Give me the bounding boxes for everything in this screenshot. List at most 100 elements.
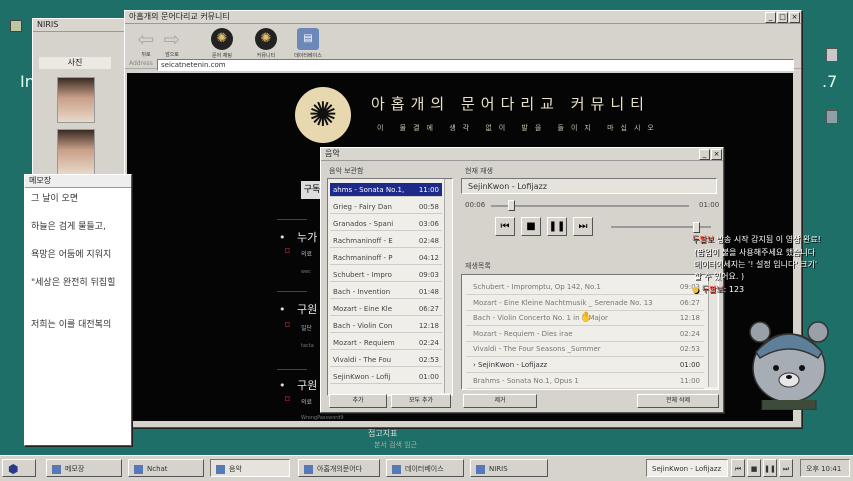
playlist-list[interactable]: Schubert - Impromptu, Op 142, No.1 09:03 M… xyxy=(461,274,719,390)
music-library-list[interactable]: ahms - Sonata No.1, 11:00 Grieg - Fairy Da… xyxy=(327,178,453,396)
taskbar-item-memo[interactable]: 메모장 xyxy=(46,459,122,477)
library-item[interactable]: Schubert - Impro 09:03 xyxy=(330,268,442,282)
taskbar-next-button[interactable]: ⏭ xyxy=(779,459,793,477)
toolbar-community[interactable]: ✺ 커뮤니티 xyxy=(249,28,283,59)
pause-icon: ❚❚ xyxy=(764,465,776,473)
taskbar-item-community[interactable]: 아홉개의문어다 xyxy=(298,459,380,477)
playlist-item[interactable]: › SejinKwon - Lofijazz 01:00 xyxy=(466,357,704,373)
toolbar-database[interactable]: ▤ 데이터베이스 xyxy=(291,28,325,59)
bookmark-icon[interactable]: ⌑ xyxy=(285,321,290,331)
minimize-button[interactable]: _ xyxy=(765,12,776,23)
chat-message: 두팔보 방송 시작 감지됨 이 영상 완료! xyxy=(692,235,821,244)
community-page-subtitle: 이 물결에 생각 없이 발을 들이지 마십시오 xyxy=(377,124,661,132)
library-item-time: 02:48 xyxy=(418,237,439,245)
library-item-time: 01:48 xyxy=(418,288,439,296)
person-photo[interactable] xyxy=(57,77,95,123)
post-title[interactable]: 누가 xyxy=(297,229,317,245)
library-item[interactable]: Rachmaninoff - E 02:48 xyxy=(330,234,442,248)
minimize-button[interactable]: _ xyxy=(699,149,710,160)
memo-line: 그 날이 오면 xyxy=(31,194,79,204)
now-playing-title: 현재 재생 xyxy=(465,167,493,175)
address-input[interactable]: seicatnetenin.com xyxy=(157,59,794,71)
footer-link[interactable]: 접고지표 xyxy=(368,428,397,439)
music-player-window: 음악 _ × 음악 보관함 ahms - Sonata No.1, 11:00 Gr… xyxy=(320,147,724,413)
bookmark-icon[interactable]: ⌑ xyxy=(285,247,290,257)
remove-all-button[interactable]: 전체 삭제 xyxy=(637,394,719,408)
post-title[interactable]: 구원 xyxy=(297,301,317,317)
chat-username: 두팔보 xyxy=(692,235,715,244)
library-item[interactable]: SejinKwon - Lofij 01:00 xyxy=(330,370,442,384)
close-button[interactable]: × xyxy=(711,149,722,160)
niris-titlebar[interactable]: NIRIS xyxy=(33,19,129,32)
database-icon: ▤ xyxy=(297,28,319,50)
library-item-name: Mozart - Requiem xyxy=(333,339,395,347)
playlist-item-name: Vivaldi - The Four Seasons _Summer xyxy=(473,345,601,354)
library-scrollbar[interactable] xyxy=(444,179,452,393)
seek-bar[interactable] xyxy=(491,205,689,207)
library-item[interactable]: Rachmaninoff - P 04:12 xyxy=(330,251,442,265)
memo-line: 저희는 이를 대전복의 xyxy=(31,320,112,330)
library-item-time: 02:24 xyxy=(418,339,439,347)
start-button[interactable]: ⬢ xyxy=(2,459,36,477)
taskbar-stop-button[interactable]: ■ xyxy=(747,459,761,477)
pause-button[interactable]: ❚❚ xyxy=(547,217,567,236)
divider xyxy=(277,369,307,370)
library-item[interactable]: ahms - Sonata No.1, 11:00 xyxy=(330,183,442,197)
person-photo[interactable] xyxy=(57,129,95,175)
community-titlebar[interactable]: 아홉개의 문어다리교 커뮤니티 _ □ × xyxy=(125,11,801,24)
taskbar-item-niris[interactable]: NIRIS xyxy=(470,459,548,477)
bookmark-icon[interactable]: ⌑ xyxy=(285,395,290,405)
music-player-titlebar[interactable]: 음악 _ × xyxy=(321,148,723,161)
chat-counter-user: 두팔보 xyxy=(701,285,724,294)
library-item[interactable]: Mozart - Requiem 02:24 xyxy=(330,336,442,350)
address-bar: Address seicatnetenin.com xyxy=(127,59,794,71)
taskbar-item-database[interactable]: 데이터베이스 xyxy=(386,459,464,477)
volume-handle[interactable] xyxy=(693,222,700,233)
seek-handle[interactable] xyxy=(507,200,515,211)
taskbar-previous-button[interactable]: ⏮ xyxy=(731,459,745,477)
add-button[interactable]: 추가 xyxy=(329,394,387,408)
playlist-item[interactable]: Schubert - Impromptu, Op 142, No.1 09:03 xyxy=(466,279,704,295)
remove-button[interactable]: 제거 xyxy=(463,394,537,408)
post-meta: wec xyxy=(301,269,311,275)
library-item[interactable]: Grieg - Fairy Dan 00:58 xyxy=(330,200,442,214)
post-bullet: • xyxy=(279,231,286,244)
memo-titlebar[interactable]: 메모장 xyxy=(25,175,131,188)
taskbar-item-nchat[interactable]: Nchat xyxy=(128,459,204,477)
post-tag: 의료 xyxy=(301,399,313,406)
footer-link[interactable]: 본서 검색 임근 xyxy=(374,440,417,450)
community-app-icon xyxy=(304,464,313,474)
toolbar-octopus-chat[interactable]: ✺ 문어 채팅 xyxy=(205,28,239,59)
add-all-button[interactable]: 모두 추가 xyxy=(391,394,451,408)
playlist-item[interactable]: Vivaldi - The Four Seasons _Summer 02:53 xyxy=(466,341,704,358)
library-item[interactable]: Mozart - Eine Kle 06:27 xyxy=(330,302,442,316)
desktop-icon[interactable] xyxy=(826,110,838,124)
library-item-time: 02:53 xyxy=(418,356,439,364)
library-item[interactable]: Vivaldi - The Fou 02:53 xyxy=(330,353,442,367)
desktop-icon[interactable] xyxy=(826,48,838,62)
library-item[interactable]: Bach - Invention 01:48 xyxy=(330,285,442,299)
library-item-name: Vivaldi - The Fou xyxy=(333,356,392,364)
taskbar-clock: 오후 10:41 xyxy=(800,459,850,477)
chat-message: 메이터에세지는 '! 설정 입니다' 크기' xyxy=(694,260,818,269)
forward-button[interactable]: ⇨ 앞으로 xyxy=(155,28,189,58)
memo-title: 메모장 xyxy=(29,176,52,185)
memo-window: 메모장 그 날이 오면 하늘은 검게 물들고, 욕망은 어둠에 지워지 "세상은… xyxy=(24,174,132,446)
playlist-item-time: 02:24 xyxy=(679,329,700,338)
taskbar-item-music[interactable]: 음악 xyxy=(210,459,290,477)
maximize-button[interactable]: □ xyxy=(777,12,788,23)
chat-message: 할 수 있어요. ) xyxy=(694,272,745,281)
pause-icon: ❚❚ xyxy=(548,221,566,232)
close-button[interactable]: × xyxy=(789,12,800,23)
library-item[interactable]: Granados - Spani 03:06 xyxy=(330,217,442,231)
next-track-button[interactable]: ⏭ xyxy=(573,217,593,236)
stop-button[interactable]: ■ xyxy=(521,217,541,236)
library-item[interactable]: Bach - Violin Con 12:18 xyxy=(330,319,442,333)
playlist-item[interactable]: Brahms - Sonata No.1, Opus 1 11:00 xyxy=(466,373,704,389)
playlist-item[interactable]: Mozart - Requiem - Dies irae 02:24 xyxy=(466,326,704,342)
taskbar-pause-button[interactable]: ❚❚ xyxy=(763,459,777,477)
post-title[interactable]: 구원 xyxy=(297,377,317,393)
desktop-icon[interactable] xyxy=(10,20,22,32)
previous-track-button[interactable]: ⏮ xyxy=(495,217,515,236)
playlist-item[interactable]: Mozart - Eine Kleine Nachtmusik _ Serena… xyxy=(466,295,704,311)
